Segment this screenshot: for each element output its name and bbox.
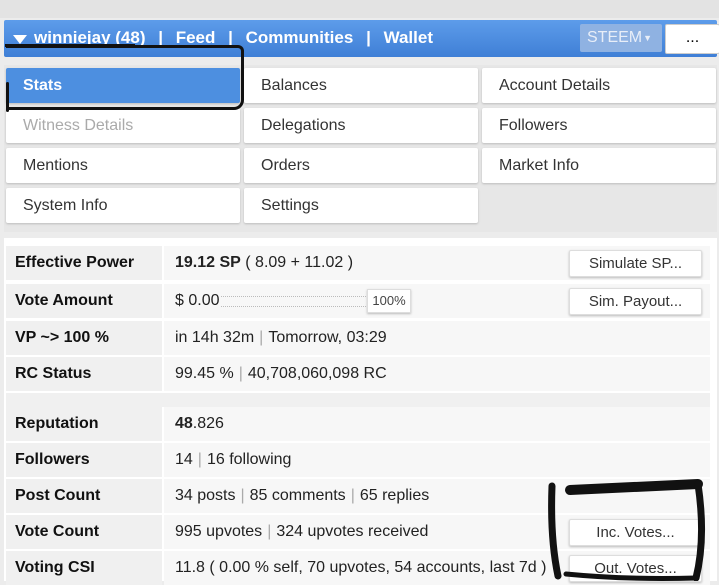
vp-when: Tomorrow, 03:29 [268, 329, 387, 346]
menu-market-info[interactable]: Market Info [482, 148, 716, 183]
voting-csi-value: 11.8 ( 0.00 % self, 70 upvotes, 54 accou… [175, 559, 547, 576]
upvotes-received: 324 upvotes received [276, 523, 429, 540]
row-label: Voting CSI [6, 551, 162, 585]
vote-weight-slider[interactable] [221, 296, 366, 307]
nav-separator: | [366, 28, 371, 47]
followers-count: 14 [175, 451, 193, 468]
more-button[interactable]: ... [665, 24, 719, 54]
pipe-separator: | [267, 523, 272, 540]
dropdown-triangle-icon[interactable] [13, 35, 27, 44]
upvotes-count: 995 upvotes [175, 523, 263, 540]
sp-value: 19.12 SP [175, 254, 241, 271]
top-strip [0, 0, 719, 18]
pipe-separator: | [238, 365, 243, 382]
caret-down-icon: ▼ [643, 33, 652, 43]
row-value: 19.12 SP ( 8.09 + 11.02 ) Simulate SP... [164, 246, 710, 280]
vp-time: in 14h 32m [175, 329, 255, 346]
rc-pct: 99.45 % [175, 365, 234, 382]
following-count: 16 following [206, 451, 292, 468]
chain-select-value: STEEM [587, 29, 643, 46]
row-effective-power: Effective Power 19.12 SP ( 8.09 + 11.02 … [6, 246, 710, 280]
row-reputation: Reputation 48.826 [6, 407, 710, 441]
row-label: Followers [6, 443, 162, 477]
row-label: Vote Amount [6, 284, 162, 318]
annotation-stroke [6, 82, 9, 112]
menu-balances[interactable]: Balances [244, 68, 478, 103]
reputation-int: 48 [175, 415, 193, 432]
row-label: Post Count [6, 479, 162, 513]
section-gap [6, 393, 710, 407]
row-followers: Followers 14 | 16 following [6, 443, 710, 477]
menu-orders[interactable]: Orders [244, 148, 478, 183]
annotation-box [6, 45, 244, 110]
pipe-separator: | [197, 451, 202, 468]
menu-delegations[interactable]: Delegations [244, 108, 478, 143]
vote-amount-value: $ 0.00 [175, 292, 220, 309]
row-value: 48.826 [164, 407, 710, 441]
posts-count: 34 posts [175, 487, 236, 504]
pipe-separator: | [350, 487, 355, 504]
comments-count: 85 comments [249, 487, 346, 504]
row-label: Vote Count [6, 515, 162, 549]
rc-amount: 40,708,060,098 RC [247, 365, 387, 382]
sim-payout-button[interactable]: Sim. Payout... [569, 288, 702, 315]
row-label: Reputation [6, 407, 162, 441]
row-value: 99.45 % | 40,708,060,098 RC [164, 357, 710, 391]
row-value: in 14h 32m | Tomorrow, 03:29 [164, 321, 710, 355]
vote-weight-handle[interactable]: 100% [367, 289, 411, 313]
annotation-scribble [548, 479, 706, 581]
row-vp: VP ~> 100 % in 14h 32m | Tomorrow, 03:29 [6, 321, 710, 355]
menu-settings[interactable]: Settings [244, 188, 478, 223]
pipe-separator: | [259, 329, 264, 346]
simulate-sp-button[interactable]: Simulate SP... [569, 250, 702, 277]
wallet-link[interactable]: Wallet [384, 28, 433, 47]
menu-system-info[interactable]: System Info [6, 188, 240, 223]
row-rc-status: RC Status 99.45 % | 40,708,060,098 RC [6, 357, 710, 391]
sp-detail: ( 8.09 + 11.02 ) [245, 254, 354, 271]
row-label: RC Status [6, 357, 162, 391]
chain-select[interactable]: STEEM ▼ [580, 24, 662, 52]
menu-mentions[interactable]: Mentions [6, 148, 240, 183]
row-label: VP ~> 100 % [6, 321, 162, 355]
row-vote-amount: Vote Amount $ 0.00 100% Sim. Payout... [6, 284, 710, 318]
row-value: 14 | 16 following [164, 443, 710, 477]
menu-account-details[interactable]: Account Details [482, 68, 716, 103]
menu-followers[interactable]: Followers [482, 108, 716, 143]
communities-link[interactable]: Communities [246, 28, 354, 47]
reputation-dec: .826 [192, 415, 224, 432]
row-label: Effective Power [6, 246, 162, 280]
pipe-separator: | [240, 487, 245, 504]
menu-witness-details[interactable]: Witness Details [6, 108, 240, 143]
row-value: $ 0.00 100% Sim. Payout... [164, 284, 710, 318]
replies-count: 65 replies [359, 487, 430, 504]
